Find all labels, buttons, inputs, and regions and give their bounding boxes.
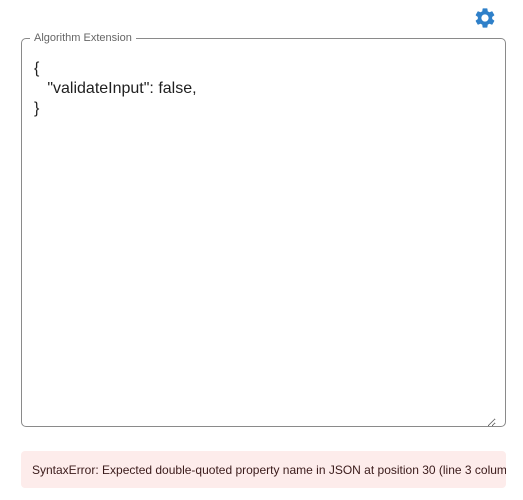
- json-editor-textarea[interactable]: [34, 59, 496, 427]
- algorithm-extension-label: Algorithm Extension: [34, 32, 132, 44]
- algorithm-extension-field: Algorithm Extension: [21, 31, 506, 427]
- error-message: SyntaxError: Expected double-quoted prop…: [21, 451, 506, 488]
- settings-button[interactable]: [472, 5, 498, 31]
- gear-icon: [473, 6, 497, 30]
- error-text: SyntaxError: Expected double-quoted prop…: [32, 462, 506, 477]
